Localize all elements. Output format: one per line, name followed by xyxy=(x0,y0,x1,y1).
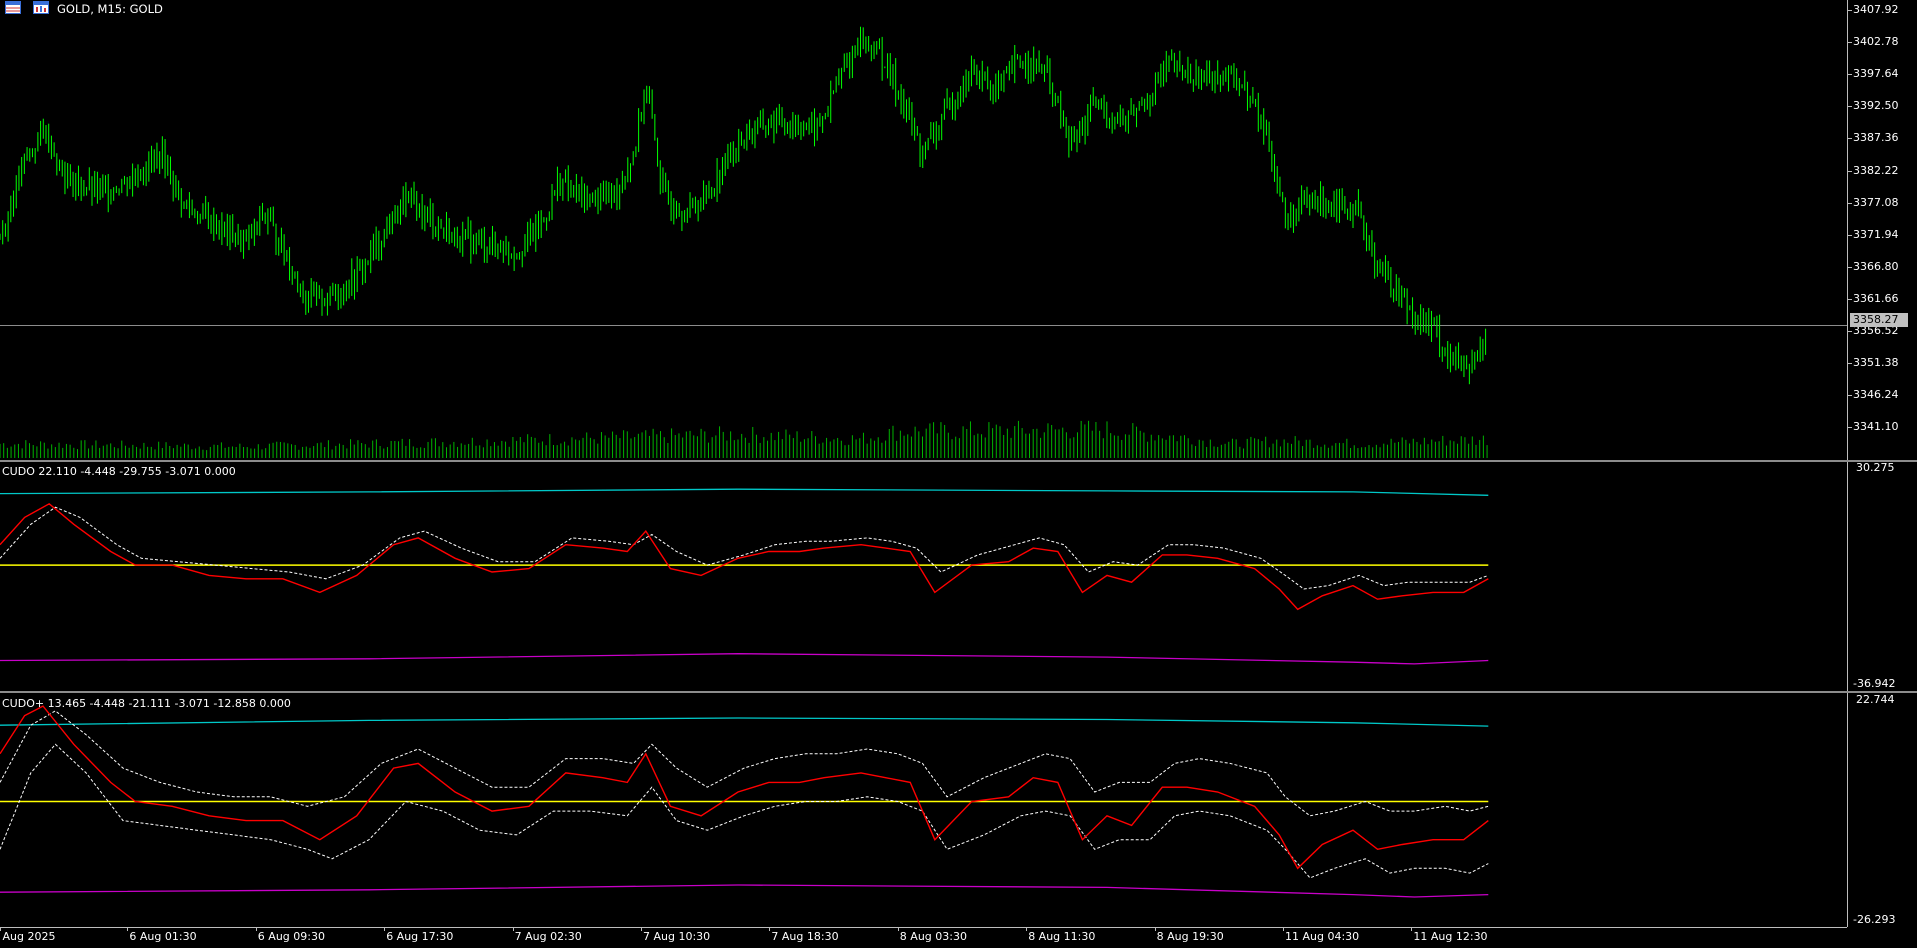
price-tick xyxy=(1847,138,1852,140)
price-tick xyxy=(1847,74,1852,76)
chart-icon[interactable] xyxy=(33,1,49,14)
time-axis-label: 6 Aug 09:30 xyxy=(257,930,325,943)
symbol-label: GOLD, M15: GOLD xyxy=(57,2,163,16)
time-axis-label: 11 Aug 04:30 xyxy=(1285,930,1360,943)
time-axis-label: 11 Aug 12:30 xyxy=(1413,930,1488,943)
price-axis-label: 3402.78 xyxy=(1853,35,1899,49)
price-axis-label: 3397.64 xyxy=(1853,67,1899,81)
price-tick xyxy=(1847,234,1852,236)
price-axis-label: 3377.08 xyxy=(1853,195,1899,209)
time-axis-label: 7 Aug 10:30 xyxy=(643,930,711,943)
time-axis-label: 7 Aug 02:30 xyxy=(514,930,582,943)
time-axis-label: 5 Aug 2025 xyxy=(0,930,56,943)
time-tick xyxy=(255,927,257,931)
time-axis-label: 6 Aug 01:30 xyxy=(129,930,197,943)
price-chart-canvas xyxy=(0,26,1847,458)
indicator1-canvas xyxy=(0,488,1489,665)
time-axis-label: 6 Aug 17:30 xyxy=(386,930,454,943)
time-tick xyxy=(1154,927,1156,931)
price-axis-label: 3407.92 xyxy=(1853,3,1899,16)
lower-band-line xyxy=(0,653,1489,665)
price-axis-label: 3382.22 xyxy=(1853,163,1899,177)
upper-band-line xyxy=(0,488,1489,496)
price-axis-label: 3392.50 xyxy=(1853,99,1899,113)
time-tick xyxy=(1026,927,1028,931)
time-axis-label: 8 Aug 11:30 xyxy=(1028,930,1096,943)
time-tick xyxy=(127,927,129,931)
indicator2-label: CUDO+ 13.465 -4.448 -21.111 -3.071 -12.8… xyxy=(2,697,291,710)
price-tick xyxy=(1847,427,1852,429)
signal-line xyxy=(0,743,1489,879)
time-tick xyxy=(1283,927,1284,931)
volume-bars xyxy=(0,420,1488,458)
time-tick xyxy=(769,927,771,931)
time-tick xyxy=(384,927,386,931)
upper-band-line xyxy=(0,717,1489,727)
time-tick xyxy=(1411,927,1413,931)
candles xyxy=(0,26,1487,385)
main-line xyxy=(0,705,1489,870)
price-tick xyxy=(1847,202,1852,204)
price-tick xyxy=(1847,170,1852,172)
current-price-tag: 3358.27 xyxy=(1850,313,1908,327)
price-tick xyxy=(1847,395,1852,397)
signal-line xyxy=(0,710,1489,817)
time-axis-label: 7 Aug 18:30 xyxy=(771,930,839,943)
price-axis-label: 3341.10 xyxy=(1853,420,1899,434)
price-tick xyxy=(1847,266,1852,268)
indicator2-axis-top: 22.744 xyxy=(1856,693,1895,706)
price-tick xyxy=(1847,298,1852,300)
table-icon[interactable] xyxy=(5,1,21,14)
indicator1-axis-bottom: -36.942 xyxy=(1853,677,1896,690)
price-axis-label: 3366.80 xyxy=(1853,259,1899,273)
price-tick xyxy=(1847,331,1852,332)
indicator1-scale[interactable] xyxy=(1847,462,1917,691)
time-tick xyxy=(512,927,514,931)
price-axis-label: 3387.36 xyxy=(1853,131,1899,145)
price-tick xyxy=(1847,42,1852,44)
time-axis-label: 8 Aug 03:30 xyxy=(899,930,967,943)
price-tick xyxy=(1847,10,1852,11)
price-axis-label: 3346.24 xyxy=(1853,388,1899,402)
indicator2-canvas xyxy=(0,705,1489,898)
main-line xyxy=(0,502,1489,611)
lower-band-line xyxy=(0,884,1489,898)
time-axis-label: 8 Aug 19:30 xyxy=(1156,930,1224,943)
time-tick xyxy=(641,927,642,931)
indicator1-label: CUDO 22.110 -4.448 -29.755 -3.071 0.000 xyxy=(2,465,236,478)
price-tick xyxy=(1847,106,1852,108)
indicator2-axis-bottom: -26.293 xyxy=(1853,913,1896,926)
price-axis-label: 3361.66 xyxy=(1853,291,1899,305)
indicator1-axis-top: 30.275 xyxy=(1856,461,1895,474)
price-axis-label: 3351.38 xyxy=(1853,356,1899,370)
price-tick xyxy=(1847,363,1852,365)
price-axis-label: 3371.94 xyxy=(1853,227,1899,241)
time-tick xyxy=(897,927,899,931)
indicator2-scale[interactable] xyxy=(1847,693,1917,927)
